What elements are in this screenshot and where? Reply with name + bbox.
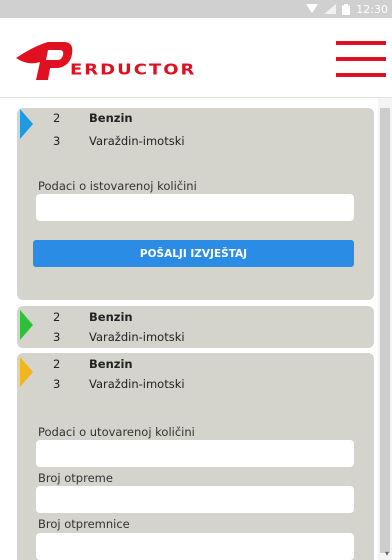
status-time: 12:30 [356,2,388,16]
fuel-type: Benzin [89,310,133,324]
marker-icon [20,109,33,139]
row-number: 3 [53,134,61,148]
send-report-button[interactable]: POŠALJI IZVJEŠTAJ [33,240,354,267]
signal-icon [324,4,337,14]
order-list[interactable]: 2 Benzin 3 Varaždin-imotski Podaci o ist… [0,98,392,560]
order-card[interactable]: 2 Benzin 3 Varaždin-imotski [17,306,374,348]
fuel-type: Benzin [89,357,133,371]
row-number: 2 [53,357,61,371]
wifi-icon [306,4,319,13]
fuel-type: Benzin [89,111,133,125]
menu-bar [336,73,386,77]
menu-button[interactable] [336,38,386,80]
delivery-note-number-input[interactable] [36,533,354,560]
row-number: 3 [53,377,61,391]
row-number: 3 [53,330,61,344]
order-card: 2 Benzin 3 Varaždin-imotski Podaci o ist… [17,108,374,300]
battery-icon [342,3,351,15]
unloaded-quantity-input[interactable] [36,194,354,221]
order-card: 2 Benzin 3 Varaždin-imotski Podaci o uto… [17,353,374,560]
loaded-quantity-input[interactable] [36,440,354,467]
logo[interactable]: ERDUCTOR [14,36,214,84]
delivery-note-number-label: Broj otpremnice [38,517,130,531]
route: Varaždin-imotski [89,330,185,344]
menu-bar [336,57,386,61]
scroll-down-arrow-icon[interactable]: ▾ [385,549,389,558]
row-number: 2 [53,111,61,125]
scrollbar-thumb[interactable] [380,108,390,553]
unloaded-quantity-label: Podaci o istovarenoj količini [38,179,197,193]
logo-drop-icon [16,42,73,80]
app-header: ERDUCTOR [0,18,392,98]
loaded-quantity-label: Podaci o utovarenoj količini [38,425,195,439]
shipment-number-label: Broj otpreme [38,471,113,485]
route: Varaždin-imotski [89,377,185,391]
marker-icon [20,310,33,340]
scrollbar[interactable]: ▾ [378,98,392,560]
logo-text: ERDUCTOR [70,61,197,79]
route: Varaždin-imotski [89,134,185,148]
row-number: 2 [53,310,61,324]
marker-icon [20,357,33,387]
shipment-number-input[interactable] [36,486,354,513]
menu-bar [336,41,386,45]
status-bar: 12:30 [0,0,392,18]
